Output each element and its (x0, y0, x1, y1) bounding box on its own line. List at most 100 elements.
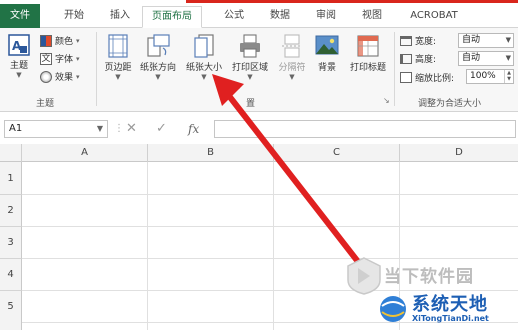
gridline (22, 194, 518, 195)
breaks-label: 分隔符 (278, 63, 306, 73)
width-select[interactable]: 自动 ▼ (458, 33, 514, 48)
tab-insert[interactable]: 插入 (100, 6, 140, 28)
tab-formulas[interactable]: 公式 (214, 6, 254, 28)
formula-bar: A1 ▼ ⋮ ✕ ✓ fx (0, 118, 518, 140)
orientation-button[interactable]: 纸张方向 ▼ (136, 34, 180, 81)
scale-label: 缩放比例: (415, 74, 455, 84)
scale-spinner[interactable]: 100% ▲ ▼ (466, 69, 514, 84)
page-break-icon (282, 34, 302, 58)
row-header-4[interactable]: 4 (0, 259, 22, 291)
colors-label: 颜色 (55, 37, 74, 47)
gridline (22, 226, 518, 227)
scale-value: 100% (470, 71, 496, 81)
title-accent-bar (186, 0, 518, 3)
spinner-arrows-icon[interactable]: ▲ ▼ (504, 70, 513, 83)
gridline (147, 162, 148, 330)
size-label: 纸张大小 (185, 63, 222, 73)
watermark-globe-icon (380, 296, 406, 322)
effects-button[interactable]: 效果 ▾ (40, 70, 80, 83)
print-area-button[interactable]: 打印区域 ▼ (228, 34, 272, 81)
page-setup-group-label: 置 (246, 99, 256, 109)
margins-button[interactable]: 页边距 ▼ (100, 34, 136, 81)
tab-review[interactable]: 审阅 (306, 6, 346, 28)
effects-label: 效果 (55, 73, 74, 83)
watermark-url: XiTongTianDi.net (412, 314, 489, 323)
chevron-down-icon: ▼ (289, 73, 295, 81)
background-button[interactable]: 背景 (312, 34, 342, 73)
margins-icon (108, 34, 128, 58)
ribbon: A 主题 ▼ 颜色 ▾ 文 字体 ▾ 效果 ▾ 主题 页边距 ▼ 纸张方向 ▼ … (0, 28, 518, 112)
chevron-down-icon: ▼ (155, 73, 161, 81)
chevron-down-icon: ▼ (247, 73, 253, 81)
height-label-row: 高度: (400, 52, 436, 65)
colors-button[interactable]: 颜色 ▾ (40, 34, 80, 47)
height-value: 自动 (462, 53, 481, 63)
chevron-down-icon: ▼ (505, 54, 511, 62)
column-headers: A B C D (0, 144, 518, 162)
margins-label: 页边距 (104, 63, 132, 73)
background-image-icon (315, 35, 339, 55)
column-header-a[interactable]: A (22, 144, 148, 162)
print-titles-icon (357, 35, 379, 57)
group-divider (394, 32, 395, 106)
orientation-icon (147, 34, 170, 57)
formula-bar-grip-icon: ⋮ (114, 123, 124, 134)
fonts-label: 字体 (55, 55, 74, 65)
dialog-launcher-icon[interactable]: ↘ (383, 96, 390, 105)
watermark-brand: 系统天地 (412, 294, 488, 315)
page-size-icon (194, 34, 214, 58)
scale-group-label: 调整为合适大小 (418, 99, 482, 109)
size-button[interactable]: 纸张大小 ▼ (182, 34, 226, 81)
height-select[interactable]: 自动 ▼ (458, 51, 514, 66)
tab-page-layout[interactable]: 页面布局 (142, 6, 202, 28)
name-box-value: A1 (9, 123, 23, 134)
themes-button[interactable]: A 主题 ▼ (4, 34, 34, 79)
print-area-icon (240, 34, 260, 58)
ribbon-tab-bar: 文件 开始 插入 页面布局 公式 数据 审阅 视图 ACROBAT (0, 0, 518, 28)
palette-icon (40, 34, 52, 47)
group-divider (96, 32, 97, 106)
tab-file[interactable]: 文件 (0, 4, 40, 28)
chevron-down-icon: ▾ (76, 54, 80, 63)
tab-view[interactable]: 视图 (352, 6, 392, 28)
chevron-down-icon: ▼ (115, 73, 121, 81)
tab-home[interactable]: 开始 (52, 6, 96, 28)
chevron-down-icon: ▾ (76, 36, 80, 45)
print-area-label: 打印区域 (231, 63, 268, 73)
width-label-row: 宽度: (400, 34, 436, 47)
row-header-3[interactable]: 3 (0, 227, 22, 259)
theme-group-label: 主题 (36, 99, 55, 109)
enter-icon[interactable]: ✓ (156, 120, 167, 138)
orientation-label: 纸张方向 (139, 63, 176, 73)
print-titles-label: 打印标题 (349, 63, 386, 73)
row-header-2[interactable]: 2 (0, 195, 22, 227)
fonts-button[interactable]: 文 字体 ▾ (40, 52, 80, 65)
scale-label-row: 缩放比例: (400, 71, 454, 84)
effects-icon (40, 70, 52, 83)
column-header-c[interactable]: C (274, 144, 400, 162)
width-label: 宽度: (415, 37, 437, 47)
insert-function-button[interactable]: fx (188, 120, 199, 138)
width-icon (400, 35, 412, 46)
background-label: 背景 (317, 63, 336, 73)
column-header-b[interactable]: B (148, 144, 274, 162)
themes-icon: A (8, 34, 30, 56)
watermark: 当下软件园 系统天地 XiTongTianDi.net (344, 256, 518, 330)
row-header-1[interactable]: 1 (0, 162, 22, 195)
cancel-icon[interactable]: ✕ (126, 120, 137, 138)
formula-input[interactable] (214, 120, 516, 138)
width-value: 自动 (462, 35, 481, 45)
row-header-5[interactable]: 5 (0, 291, 22, 330)
tab-data[interactable]: 数据 (260, 6, 300, 28)
scale-icon (400, 72, 412, 83)
tab-acrobat[interactable]: ACROBAT (398, 6, 470, 28)
select-all-corner[interactable] (0, 144, 22, 162)
chevron-down-icon: ▾ (76, 72, 80, 81)
chevron-down-icon: ▼ (505, 36, 511, 44)
print-titles-button[interactable]: 打印标题 (344, 34, 392, 73)
breaks-button[interactable]: 分隔符 ▼ (274, 34, 310, 81)
chevron-down-icon: ▼ (96, 124, 103, 133)
name-box[interactable]: A1 ▼ (4, 120, 108, 138)
column-header-d[interactable]: D (400, 144, 518, 162)
gridline (273, 162, 274, 330)
